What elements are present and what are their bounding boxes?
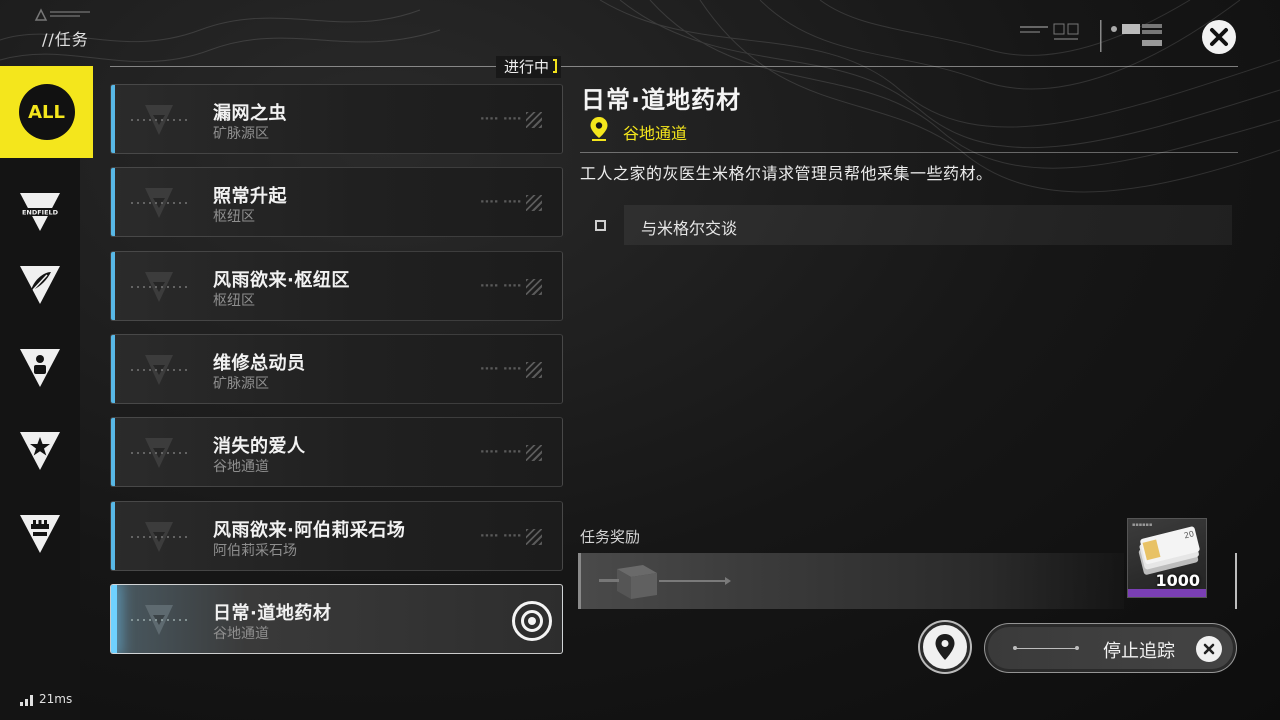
- hatch-icon: [526, 112, 542, 128]
- quest-location: 矿脉源区: [213, 126, 269, 142]
- close-icon: [1196, 636, 1222, 662]
- hatch-icon: [526, 195, 542, 211]
- quest-detail-title: 日常·道地药材: [581, 86, 742, 114]
- endfield-emblem-text: ENDFIELD: [22, 209, 59, 217]
- detail-divider: [580, 152, 1238, 153]
- reward-arrow-icon: [659, 577, 731, 585]
- objective-text: 与米格尔交谈: [641, 219, 738, 238]
- quest-location: 谷地通道: [213, 626, 269, 642]
- stop-tracking-button[interactable]: 停止追踪: [984, 623, 1237, 673]
- endfield-emblem-icon: ENDFIELD: [20, 193, 60, 231]
- quest-location: 阿伯莉采石场: [213, 543, 297, 559]
- hud-decoration-icon: [1020, 20, 1162, 52]
- objective-checkbox: [595, 220, 606, 231]
- quest-code-decoration: ▪▪▪▪ ▪▪▪▪: [480, 532, 522, 539]
- category-factory[interactable]: [0, 499, 80, 569]
- category-endfield[interactable]: ENDFIELD: [0, 177, 80, 247]
- category-all[interactable]: ALL: [0, 66, 93, 158]
- quest-item-selected[interactable]: 日常·道地药材 谷地通道: [110, 584, 563, 654]
- quest-code-decoration: ▪▪▪▪ ▪▪▪▪: [480, 115, 522, 122]
- header-divider: [110, 66, 1238, 67]
- quest-item[interactable]: 消失的爱人 谷地通道 ▪▪▪▪ ▪▪▪▪: [110, 417, 563, 487]
- decorative-line: [1013, 646, 1079, 650]
- network-latency: 21ms: [20, 692, 72, 706]
- status-tag: 进行中: [496, 56, 562, 78]
- quest-emblem-icon: [131, 522, 187, 552]
- rewards-strip: [578, 553, 1124, 609]
- hatch-icon: [526, 445, 542, 461]
- quest-item[interactable]: 漏网之虫 矿脉源区 ▪▪▪▪ ▪▪▪▪: [110, 84, 563, 154]
- quest-title: 消失的爱人: [213, 436, 306, 457]
- hatch-icon: [526, 362, 542, 378]
- quest-item[interactable]: 维修总动员 矿脉源区 ▪▪▪▪ ▪▪▪▪: [110, 334, 563, 404]
- quest-title: 日常·道地药材: [213, 603, 332, 624]
- quest-code-decoration: ▪▪▪▪ ▪▪▪▪: [480, 198, 522, 205]
- quest-title: 照常升起: [213, 186, 287, 207]
- quest-item[interactable]: 照常升起 枢纽区 ▪▪▪▪ ▪▪▪▪: [110, 167, 563, 237]
- ping-value: 21ms: [39, 692, 73, 706]
- quest-title: 漏网之虫: [213, 103, 287, 124]
- factory-emblem-icon: [20, 515, 60, 553]
- quest-location: 枢纽区: [213, 209, 255, 225]
- stop-tracking-label: 停止追踪: [1103, 641, 1175, 662]
- person-emblem-icon: [20, 349, 60, 387]
- quest-emblem-icon: [131, 272, 187, 302]
- reward-item[interactable]: ▪▪▪▪▪▪ 20 1000: [1127, 518, 1207, 598]
- tracking-target-icon[interactable]: [512, 601, 552, 641]
- quest-code-decoration: ▪▪▪▪ ▪▪▪▪: [480, 448, 522, 455]
- hatch-icon: [526, 529, 542, 545]
- quest-location: 矿脉源区: [213, 376, 269, 392]
- status-tag-label: 进行中: [504, 58, 550, 76]
- quest-title: 维修总动员: [213, 353, 306, 374]
- quest-emblem-icon: [131, 605, 187, 635]
- breadcrumb: //任务: [42, 30, 89, 49]
- quest-item[interactable]: 风雨欲来·枢纽区 枢纽区 ▪▪▪▪ ▪▪▪▪: [110, 251, 563, 321]
- quest-code-decoration: ▪▪▪▪ ▪▪▪▪: [480, 365, 522, 372]
- quest-emblem-icon: [131, 355, 187, 385]
- quest-emblem-icon: [131, 105, 187, 135]
- quest-location: 枢纽区: [213, 293, 255, 309]
- quest-emblem-icon: [131, 438, 187, 468]
- category-star[interactable]: [0, 416, 80, 486]
- reward-divider: [1235, 553, 1237, 609]
- quest-title: 风雨欲来·阿伯莉采石场: [213, 520, 406, 541]
- quest-code-decoration: ▪▪▪▪ ▪▪▪▪: [480, 282, 522, 289]
- rarity-bar: [1128, 589, 1206, 597]
- quest-detail-location: 谷地通道: [623, 124, 688, 143]
- close-button[interactable]: [1202, 20, 1236, 54]
- location-pin-icon: [590, 117, 608, 141]
- map-locate-button[interactable]: [920, 622, 970, 672]
- rewards-label: 任务奖励: [580, 528, 641, 546]
- bracket-icon: [553, 59, 558, 73]
- quest-emblem-icon: [131, 188, 187, 218]
- signal-bars-icon: [20, 695, 33, 706]
- reward-quantity: 1000: [1155, 571, 1200, 590]
- quest-title: 风雨欲来·枢纽区: [213, 270, 350, 291]
- quest-location: 谷地通道: [213, 459, 269, 475]
- star-emblem-icon: [20, 432, 60, 470]
- quest-item[interactable]: 风雨欲来·阿伯莉采石场 阿伯莉采石场 ▪▪▪▪ ▪▪▪▪: [110, 501, 563, 571]
- crate-icon: [599, 565, 657, 599]
- all-badge: ALL: [18, 84, 75, 140]
- objective-row: 与米格尔交谈: [580, 205, 1232, 245]
- feather-emblem-icon: [20, 266, 60, 304]
- game-logo-icon: [34, 8, 90, 21]
- hatch-icon: [526, 279, 542, 295]
- category-person[interactable]: [0, 333, 80, 403]
- category-feather[interactable]: [0, 250, 80, 320]
- location-pin-icon: [935, 634, 955, 660]
- close-icon: [1210, 28, 1228, 46]
- quest-description: 工人之家的灰医生米格尔请求管理员帮他采集一些药材。: [580, 164, 993, 183]
